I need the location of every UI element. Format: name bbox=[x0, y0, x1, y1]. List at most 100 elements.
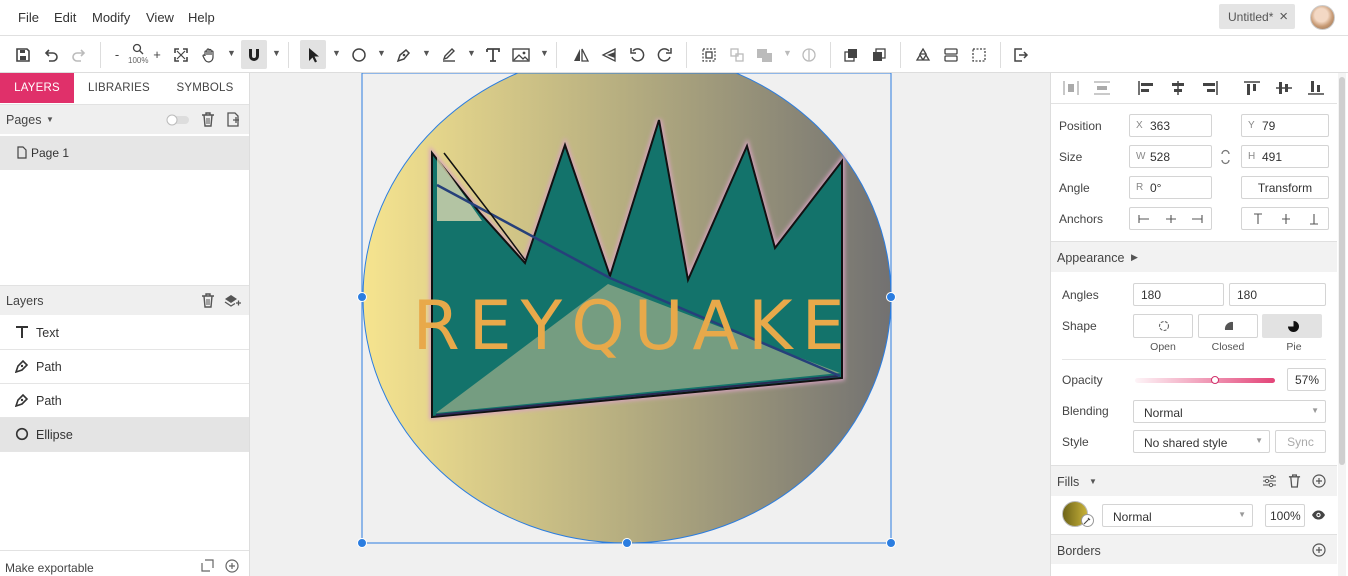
fill-settings-icon[interactable] bbox=[1262, 474, 1277, 491]
x-field[interactable]: X 363 bbox=[1129, 114, 1212, 137]
shape-pie-button[interactable] bbox=[1262, 314, 1322, 338]
horizontal-anchors[interactable] bbox=[1129, 207, 1212, 230]
appearance-header[interactable]: Appearance ▶ bbox=[1051, 241, 1337, 272]
chevron-down-icon[interactable]: ▼ bbox=[783, 48, 792, 58]
height-field[interactable]: H 491 bbox=[1241, 145, 1329, 168]
layer-item-text[interactable]: Text bbox=[0, 316, 249, 350]
chevron-down-icon[interactable]: ▼ bbox=[540, 48, 549, 58]
menu-modify[interactable]: Modify bbox=[92, 10, 130, 25]
flip-horizontal-icon[interactable] bbox=[570, 36, 592, 73]
start-angle-input[interactable]: 180 bbox=[1133, 283, 1224, 306]
blending-select[interactable]: Normal ▼ bbox=[1133, 400, 1326, 423]
trash-icon[interactable] bbox=[201, 112, 215, 130]
anchor-center-icon[interactable] bbox=[1165, 213, 1177, 228]
close-icon[interactable]: × bbox=[1279, 8, 1288, 25]
lock-ratio-icon[interactable] bbox=[1219, 149, 1232, 168]
chevron-down-icon[interactable]: ▼ bbox=[46, 115, 54, 124]
slice-icon[interactable] bbox=[201, 559, 214, 575]
page-item[interactable]: Page 1 bbox=[0, 136, 249, 170]
add-border-icon[interactable] bbox=[1312, 543, 1326, 560]
pencil-tool-icon[interactable] bbox=[438, 36, 460, 73]
add-icon[interactable] bbox=[225, 559, 239, 576]
chevron-down-icon[interactable]: ▼ bbox=[227, 48, 236, 58]
chevron-down-icon[interactable]: ▼ bbox=[422, 48, 431, 58]
chevron-down-icon[interactable]: ▼ bbox=[467, 48, 476, 58]
tab-symbols[interactable]: SYMBOLS bbox=[166, 73, 244, 103]
resize-handle-left[interactable] bbox=[357, 292, 367, 302]
zoom-out-button[interactable]: - bbox=[110, 36, 124, 73]
text-tool-icon[interactable] bbox=[482, 36, 504, 73]
export-icon[interactable] bbox=[1010, 36, 1032, 73]
anchor-right-icon[interactable] bbox=[1191, 213, 1203, 228]
resize-handle-right[interactable] bbox=[886, 292, 896, 302]
toggle-switch[interactable] bbox=[166, 114, 192, 129]
shape-open-button[interactable] bbox=[1133, 314, 1193, 338]
resize-handle-bottom[interactable] bbox=[622, 538, 632, 548]
layer-item-path[interactable]: Path bbox=[0, 384, 249, 418]
logo-text[interactable]: REYQUAKE bbox=[412, 287, 853, 366]
opacity-slider[interactable] bbox=[1135, 378, 1275, 383]
layer-item-ellipse[interactable]: Ellipse bbox=[0, 418, 249, 452]
tab-layers[interactable]: LAYERS bbox=[0, 73, 74, 103]
bring-forward-icon[interactable] bbox=[840, 36, 862, 73]
fill-opacity-input[interactable]: 100% bbox=[1265, 504, 1305, 527]
boolean-union-icon[interactable] bbox=[752, 36, 778, 73]
tab-libraries[interactable]: LIBRARIES bbox=[80, 73, 158, 103]
snap-magnet-icon[interactable] bbox=[241, 40, 267, 69]
document-tab[interactable]: Untitled* × bbox=[1219, 4, 1295, 29]
distribute-horizontal-icon[interactable] bbox=[1062, 80, 1080, 99]
chevron-down-icon[interactable]: ▼ bbox=[377, 48, 386, 58]
resize-handle-bottom-right[interactable] bbox=[886, 538, 896, 548]
hand-tool-icon[interactable] bbox=[198, 36, 220, 73]
redo-icon[interactable] bbox=[68, 36, 90, 73]
resize-handle-bottom-left[interactable] bbox=[357, 538, 367, 548]
add-layer-icon[interactable] bbox=[224, 293, 241, 311]
eye-icon[interactable] bbox=[1311, 509, 1326, 524]
align-bottom-icon[interactable] bbox=[1307, 80, 1325, 99]
scrollbar-thumb[interactable] bbox=[1339, 77, 1345, 465]
chevron-right-icon[interactable]: ▶ bbox=[1131, 252, 1138, 263]
add-page-icon[interactable] bbox=[226, 112, 240, 130]
rotate-right-icon[interactable] bbox=[654, 36, 676, 73]
transform-button[interactable]: Transform bbox=[1241, 176, 1329, 199]
distribute-vertical-icon[interactable] bbox=[1093, 80, 1111, 99]
save-icon[interactable] bbox=[12, 36, 34, 73]
anchor-middle-icon[interactable] bbox=[1280, 213, 1292, 228]
chevron-down-icon[interactable]: ▼ bbox=[1089, 477, 1097, 486]
menu-edit[interactable]: Edit bbox=[54, 10, 76, 25]
align-left-icon[interactable] bbox=[1137, 80, 1155, 99]
anchor-bottom-icon[interactable] bbox=[1308, 213, 1320, 228]
width-field[interactable]: W 528 bbox=[1129, 145, 1212, 168]
sync-button[interactable]: Sync bbox=[1275, 430, 1326, 453]
rotate-left-icon[interactable] bbox=[626, 36, 648, 73]
trash-icon[interactable] bbox=[1288, 474, 1301, 491]
chevron-down-icon[interactable]: ▼ bbox=[332, 48, 341, 58]
zoom-in-button[interactable]: + bbox=[150, 36, 164, 73]
fill-blend-select[interactable]: Normal ▼ bbox=[1102, 504, 1253, 527]
canvas[interactable]: REYQUAKE bbox=[250, 73, 1050, 576]
eyedropper-icon[interactable] bbox=[1081, 514, 1094, 527]
inspector-scrollbar[interactable] bbox=[1338, 73, 1346, 576]
anchor-left-icon[interactable] bbox=[1138, 213, 1150, 228]
ellipse-tool-icon[interactable] bbox=[348, 36, 370, 73]
ungroup-icon[interactable] bbox=[726, 36, 748, 73]
make-exportable-label[interactable]: Make exportable bbox=[5, 561, 94, 575]
align-top-icon[interactable] bbox=[1243, 80, 1261, 99]
avatar[interactable] bbox=[1310, 5, 1335, 30]
artboard-icon[interactable] bbox=[968, 36, 990, 73]
opacity-slider-handle[interactable] bbox=[1210, 376, 1219, 384]
shared-style-select[interactable]: No shared style ▼ bbox=[1133, 430, 1270, 453]
add-fill-icon[interactable] bbox=[1312, 474, 1326, 491]
trash-icon[interactable] bbox=[201, 293, 215, 311]
vertical-anchors[interactable] bbox=[1241, 207, 1329, 230]
flip-vertical-icon[interactable] bbox=[598, 36, 620, 73]
rotation-field[interactable]: R 0° bbox=[1129, 176, 1212, 199]
pointer-tool-icon[interactable] bbox=[300, 40, 326, 69]
image-tool-icon[interactable] bbox=[510, 36, 532, 73]
end-angle-input[interactable]: 180 bbox=[1229, 283, 1326, 306]
fit-screen-icon[interactable] bbox=[170, 36, 192, 73]
align-middle-icon[interactable] bbox=[1275, 80, 1293, 99]
align-center-icon[interactable] bbox=[1169, 80, 1187, 99]
symbol-icon[interactable] bbox=[912, 36, 934, 73]
anchor-top-icon[interactable] bbox=[1252, 213, 1264, 228]
